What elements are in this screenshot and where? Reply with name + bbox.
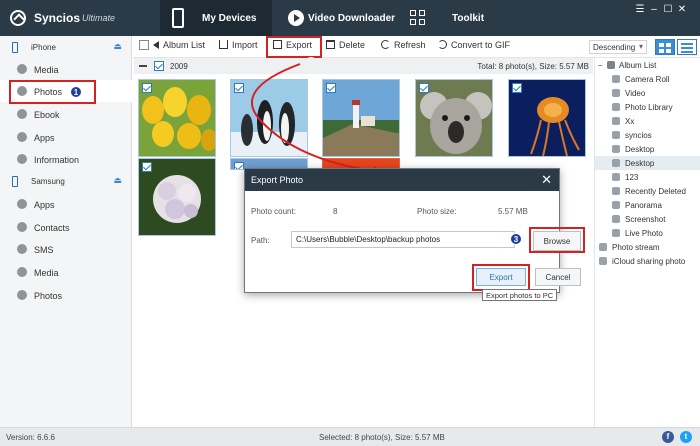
close-icon[interactable]: ✕ (541, 172, 552, 188)
version-label: Version: 6.6.6 (6, 433, 55, 442)
status-bar: Version: 6.6.6 Selected: 8 photo(s), Siz… (0, 427, 700, 446)
highlight-box-export-confirm (472, 264, 530, 291)
selection-summary: Selected: 8 photo(s), Size: 5.57 MB (319, 433, 445, 442)
photo-count-label: Photo count: (251, 207, 296, 216)
cancel-button[interactable]: Cancel (535, 268, 581, 286)
twitter-icon[interactable]: t (680, 431, 692, 443)
dialog-header: Export Photo ✕ (245, 169, 559, 191)
path-input[interactable] (291, 231, 515, 248)
photo-checkbox[interactable] (234, 83, 244, 93)
highlight-box-browse (529, 227, 585, 253)
photo-count-value: 8 (333, 207, 338, 216)
photo-size-label: Photo size: (417, 207, 457, 216)
path-label: Path: (251, 236, 270, 245)
dialog-title: Export Photo (251, 175, 304, 185)
step-badge: 3 (510, 233, 522, 245)
photo-size-value: 5.57 MB (498, 207, 528, 216)
photo-checkbox[interactable] (419, 83, 429, 93)
export-tooltip: Export photos to PC (482, 289, 558, 301)
photo-checkbox[interactable] (326, 83, 336, 93)
photo-checkbox[interactable] (512, 83, 522, 93)
photo-checkbox[interactable] (142, 162, 152, 172)
photo-checkbox[interactable] (234, 162, 244, 169)
facebook-icon[interactable]: f (662, 431, 674, 443)
photo-checkbox[interactable] (142, 83, 152, 93)
